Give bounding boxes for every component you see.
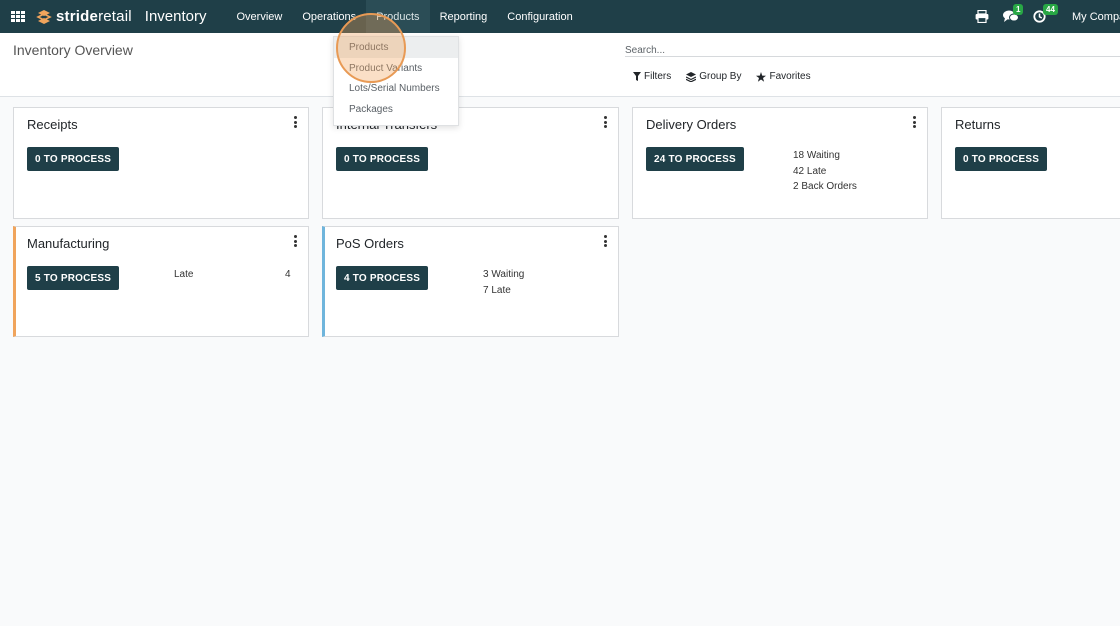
star-icon	[756, 71, 767, 82]
kebab-menu-icon[interactable]	[293, 116, 297, 128]
card-title[interactable]: Delivery Orders	[646, 117, 736, 132]
menu-configuration[interactable]: Configuration	[497, 0, 582, 33]
stat-late[interactable]: 7 Late	[483, 283, 524, 299]
apps-grid-icon[interactable]	[11, 10, 25, 23]
kebab-menu-icon[interactable]	[293, 235, 297, 247]
dropdown-item-product-variants[interactable]: Product Variants	[334, 58, 458, 79]
card-title[interactable]: Manufacturing	[27, 236, 109, 251]
menu-operations[interactable]: Operations	[292, 0, 366, 33]
menu-overview[interactable]: Overview	[226, 0, 292, 33]
messages-icon[interactable]: 1	[1003, 4, 1024, 23]
messages-badge: 1	[1013, 4, 1024, 15]
group-by-button[interactable]: Group By	[686, 71, 741, 82]
layers-icon	[686, 71, 697, 82]
stat-back-orders[interactable]: 2 Back Orders	[793, 179, 857, 195]
stat-late-label[interactable]: Late	[174, 269, 193, 280]
card-stats: 3 Waiting 7 Late	[483, 267, 524, 298]
menu-products[interactable]: Products	[366, 0, 430, 33]
app-title[interactable]: Inventory	[145, 8, 207, 25]
brand-logo[interactable]: strideretail	[35, 8, 132, 26]
card-delivery-orders: Delivery Orders 24 TO PROCESS 18 Waiting…	[632, 107, 928, 219]
favorites-label: Favorites	[769, 71, 811, 82]
menu-reporting[interactable]: Reporting	[430, 0, 498, 33]
kebab-menu-icon[interactable]	[912, 116, 916, 128]
stat-late[interactable]: 42 Late	[793, 164, 857, 180]
to-process-button[interactable]: 0 TO PROCESS	[955, 147, 1048, 171]
kebab-menu-icon[interactable]	[603, 116, 607, 128]
company-switcher[interactable]: My Company	[1072, 11, 1120, 23]
brand-text: strideretail	[56, 8, 132, 25]
activities-icon[interactable]: 44	[1033, 4, 1058, 23]
to-process-button[interactable]: 4 TO PROCESS	[336, 266, 429, 290]
card-title[interactable]: PoS Orders	[336, 236, 404, 251]
control-panel: Inventory Overview Filters Group By Favo…	[0, 33, 1120, 97]
kebab-menu-icon[interactable]	[603, 235, 607, 247]
search-options: Filters Group By Favorites	[633, 71, 826, 82]
dropdown-item-packages[interactable]: Packages	[334, 99, 458, 120]
top-navbar: strideretail Inventory Overview Operatio…	[0, 0, 1120, 33]
card-pos-orders: PoS Orders 4 TO PROCESS 3 Waiting 7 Late	[322, 226, 619, 337]
card-returns: Returns 0 TO PROCESS	[941, 107, 1120, 219]
stat-waiting[interactable]: 3 Waiting	[483, 267, 524, 283]
group-by-label: Group By	[699, 71, 742, 82]
filters-button[interactable]: Filters	[633, 71, 671, 82]
to-process-button[interactable]: 0 TO PROCESS	[27, 147, 120, 171]
brand-mark-icon	[36, 9, 52, 24]
stat-waiting[interactable]: 18 Waiting	[793, 148, 857, 164]
to-process-button[interactable]: 24 TO PROCESS	[646, 147, 744, 171]
print-icon[interactable]	[975, 10, 989, 23]
products-dropdown-menu: Products Product Variants Lots/Serial Nu…	[333, 36, 459, 126]
card-manufacturing: Manufacturing 5 TO PROCESS Late 4	[13, 226, 309, 337]
dropdown-item-products[interactable]: Products	[334, 37, 458, 58]
filters-label: Filters	[644, 71, 672, 82]
stat-late-value[interactable]: 4	[285, 269, 291, 280]
dropdown-item-lots-serial-numbers[interactable]: Lots/Serial Numbers	[334, 78, 458, 99]
card-title[interactable]: Returns	[955, 117, 1001, 132]
page-title: Inventory Overview	[13, 42, 133, 58]
card-title[interactable]: Receipts	[27, 117, 78, 132]
search-input[interactable]	[625, 45, 1120, 56]
filter-icon	[633, 72, 641, 81]
card-stats: 18 Waiting 42 Late 2 Back Orders	[793, 148, 857, 195]
to-process-button[interactable]: 0 TO PROCESS	[336, 147, 429, 171]
to-process-button[interactable]: 5 TO PROCESS	[27, 266, 120, 290]
activities-badge: 44	[1043, 4, 1058, 15]
favorites-button[interactable]: Favorites	[756, 71, 811, 82]
card-receipts: Receipts 0 TO PROCESS	[13, 107, 309, 219]
search-bar[interactable]	[625, 40, 1120, 57]
